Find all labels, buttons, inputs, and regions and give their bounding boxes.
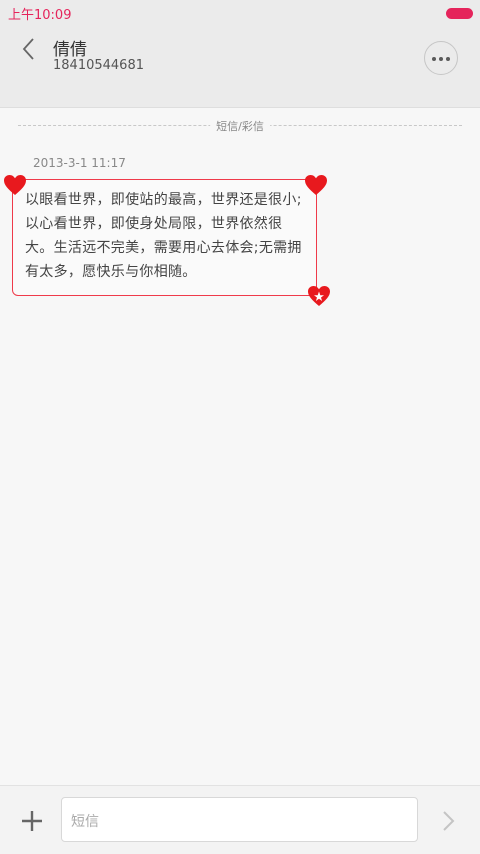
add-attachment-button[interactable] [17, 806, 47, 836]
back-button[interactable] [14, 34, 44, 64]
heart-icon [305, 175, 327, 195]
message-timestamp: 2013-3-1 11:17 [33, 156, 126, 170]
heart-icon [4, 175, 26, 195]
message-input[interactable]: 短信 [61, 797, 418, 842]
contact-name: 倩倩 [53, 40, 87, 60]
message-input-placeholder: 短信 [71, 814, 99, 830]
compose-bar: 短信 [0, 785, 480, 854]
chevron-left-icon [22, 38, 34, 60]
plus-icon [22, 811, 42, 831]
more-options-button[interactable] [424, 41, 458, 75]
heart-icon [308, 286, 330, 306]
message-bubble[interactable]: 以眼看世界，即使站的最高，世界还是很小;以心看世界，即使身处局限，世界依然很大。… [12, 179, 317, 296]
conversation-header: 倩倩 18410544681 [0, 28, 480, 108]
status-time: 上午10:09 [8, 8, 72, 23]
message-type-label: 短信/彩信 [210, 118, 270, 134]
message-text: 以眼看世界，即使站的最高，世界还是很小;以心看世界，即使身处局限，世界依然很大。… [25, 192, 302, 280]
status-bar: 上午10:09 [0, 0, 480, 28]
battery-icon [446, 8, 473, 19]
send-button[interactable] [436, 806, 462, 836]
contact-number: 18410544681 [53, 58, 144, 73]
chevron-right-icon [443, 811, 455, 831]
